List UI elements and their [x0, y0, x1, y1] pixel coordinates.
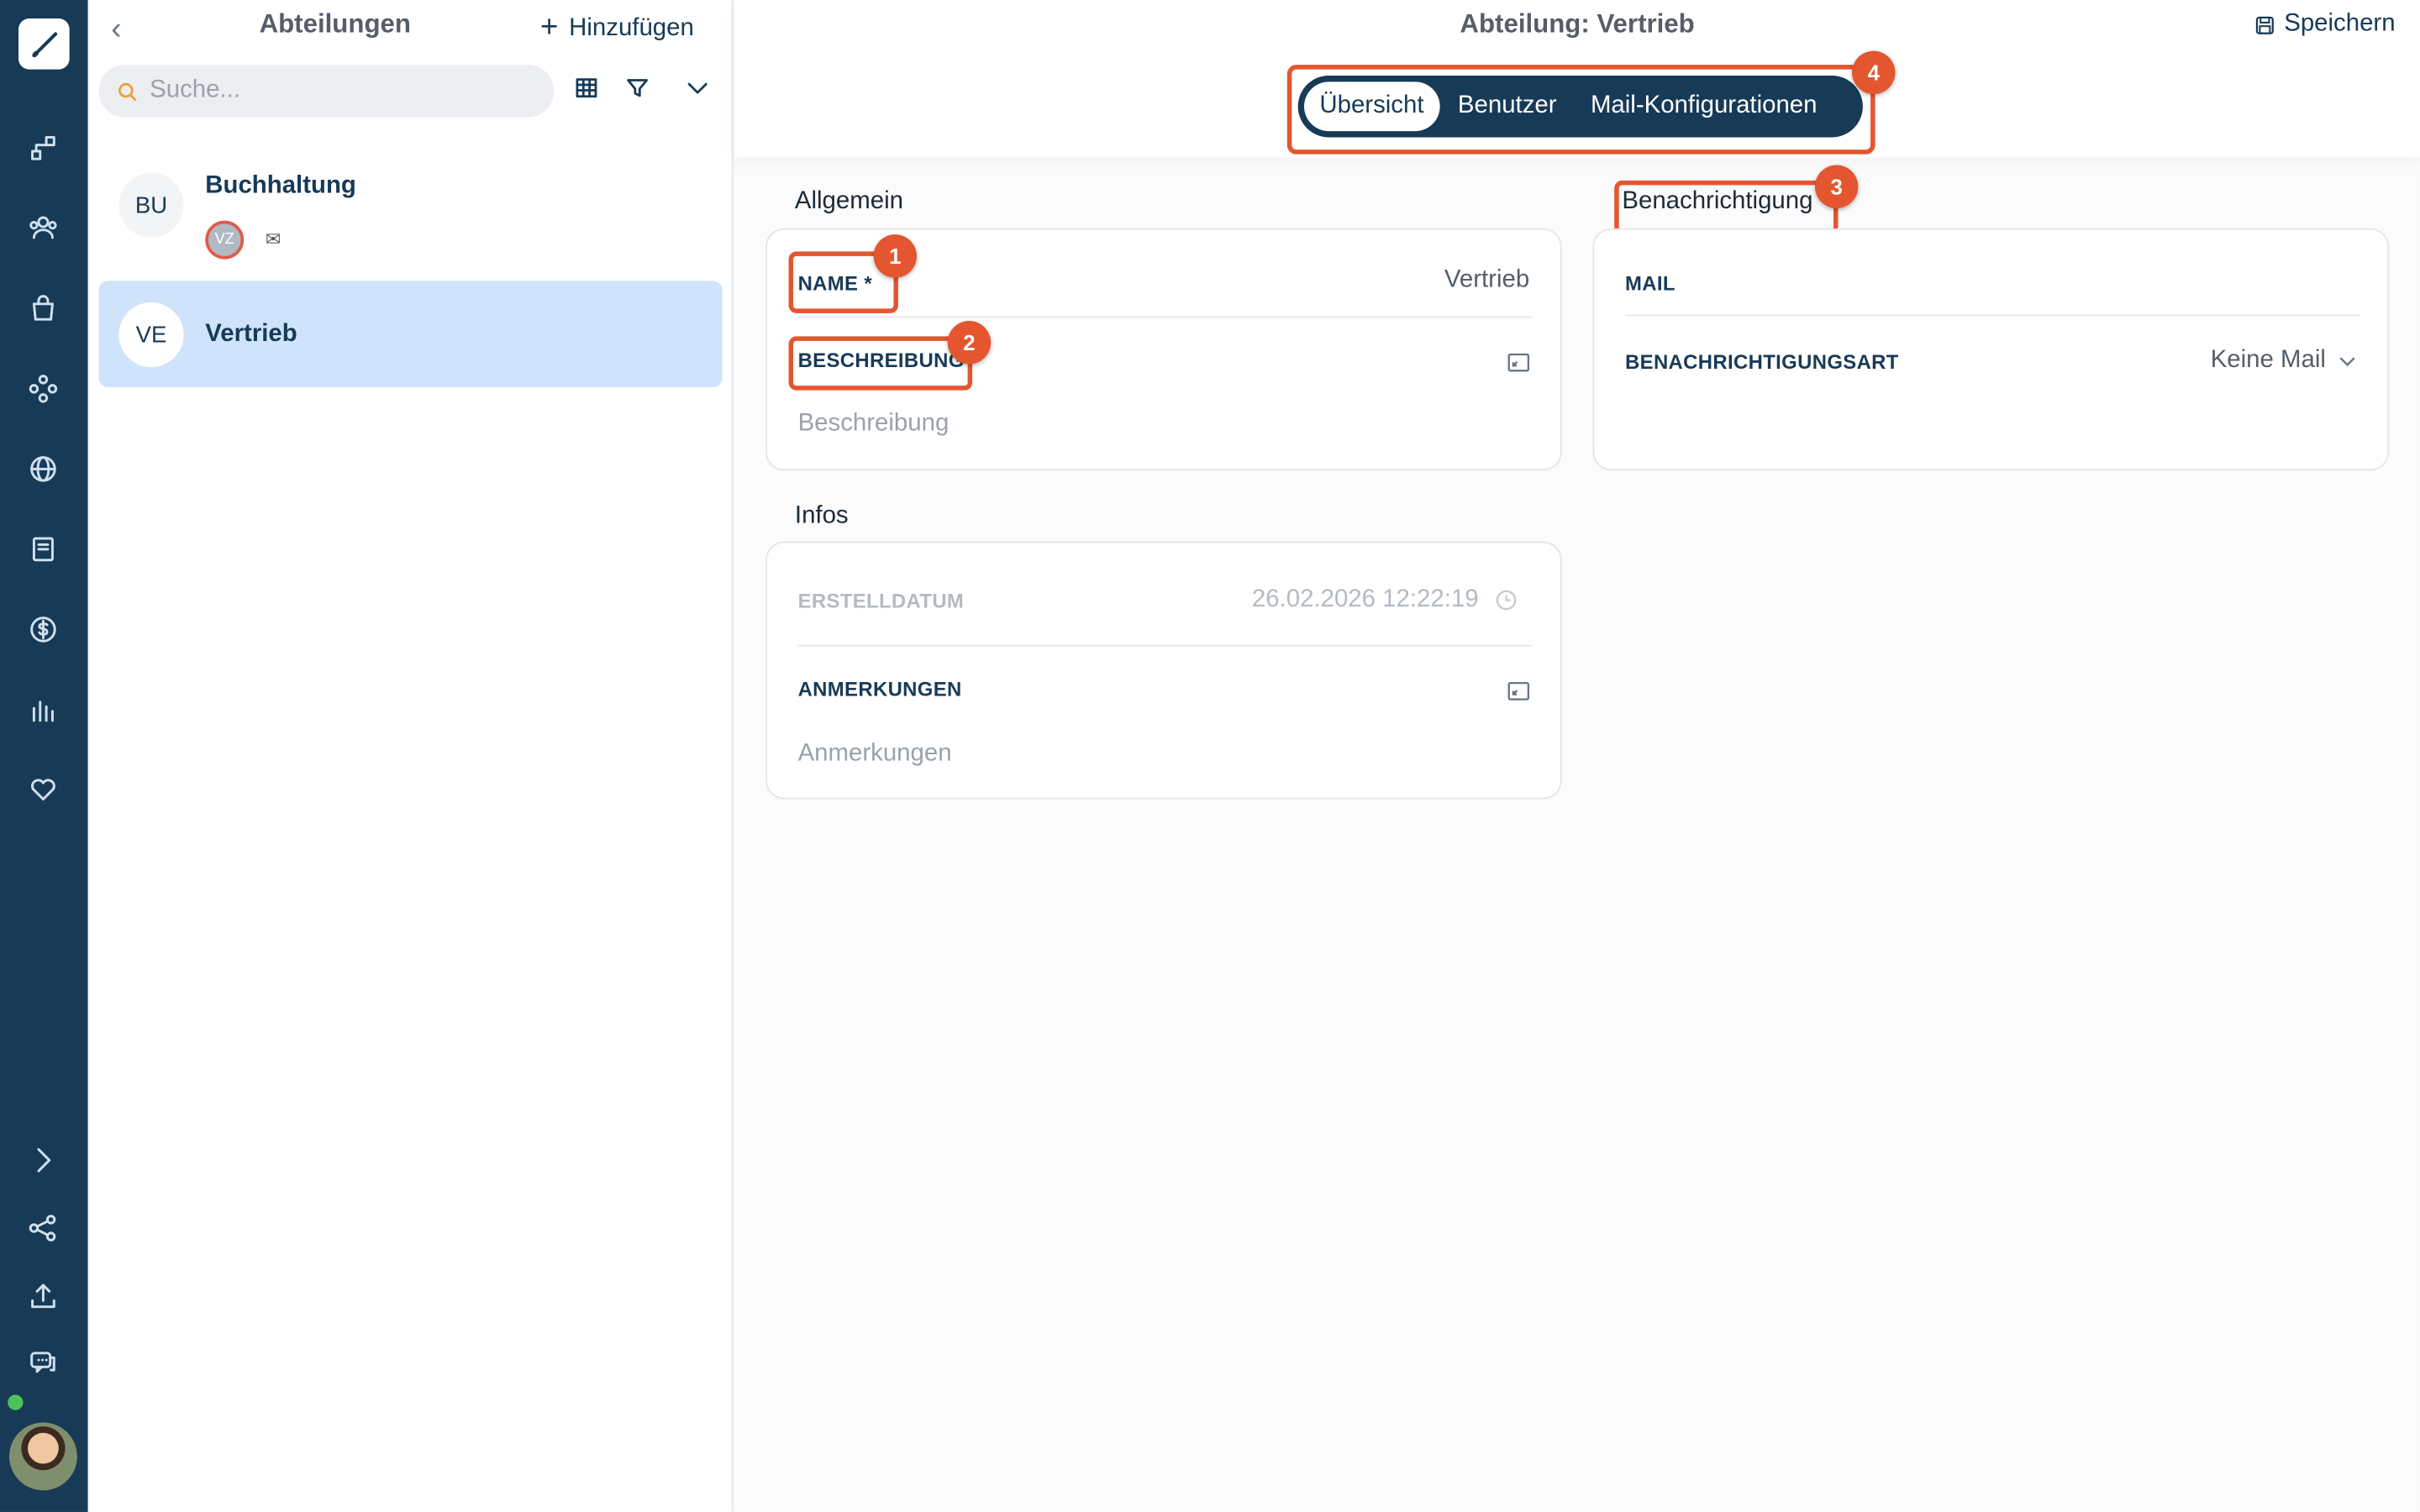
mail-icon: ✉	[265, 228, 281, 250]
modules-icon[interactable]	[24, 370, 61, 407]
table-view-icon[interactable]	[574, 76, 605, 107]
benachrichtigungsart-label: BENACHRICHTIGUNGSART	[1625, 349, 1899, 374]
benachrichtigung-title-highlight	[1614, 180, 1839, 235]
add-button-label: Hinzufügen	[569, 14, 694, 41]
step-badge-3: 3	[1814, 165, 1859, 208]
tab-mail-konfigurationen[interactable]: Mail-Konfigurationen	[1576, 81, 1833, 131]
chevron-down-icon[interactable]	[685, 76, 716, 107]
benachrichtigungsart-select[interactable]: Keine Mail	[2211, 347, 2326, 375]
tab-bar: Übersicht Benutzer Mail-Konfigurationen	[1297, 75, 1863, 138]
add-button[interactable]: + Hinzufügen	[540, 11, 694, 46]
section-title-allgemein: Allgemein	[794, 188, 903, 215]
page-title: Abteilung: Vertrieb	[1460, 9, 1695, 39]
detail-panel: Abteilung: Vertrieb Speichern Übersicht …	[734, 0, 2420, 1512]
save-button-label: Speichern	[2284, 10, 2396, 38]
detail-header: Abteilung: Vertrieb Speichern Übersicht …	[734, 0, 2420, 158]
benachrichtigung-card: MAIL BENACHRICHTIGUNGSART Keine Mail	[1592, 228, 2390, 471]
heart-icon[interactable]	[24, 771, 61, 808]
save-button[interactable]: Speichern	[2254, 10, 2396, 39]
users-icon[interactable]	[24, 210, 61, 247]
chart-icon[interactable]	[24, 691, 61, 728]
tab-uebersicht[interactable]: Übersicht	[1304, 81, 1439, 132]
dollar-icon[interactable]	[24, 611, 61, 648]
expand-icon[interactable]	[1507, 352, 1530, 372]
book-icon[interactable]	[24, 531, 61, 568]
department-name: Vertrieb	[205, 321, 297, 348]
filter-icon[interactable]	[625, 76, 656, 107]
erstelldatum-label: ERSTELLDATUM	[797, 589, 965, 613]
beschreibung-label-highlight	[788, 336, 973, 391]
anmerkungen-input[interactable]: Anmerkungen	[798, 741, 952, 769]
tab-benutzer[interactable]: Benutzer	[1443, 81, 1572, 131]
search-input[interactable]	[150, 76, 520, 105]
online-status-dot	[8, 1394, 24, 1410]
chevron-down-icon[interactable]	[2338, 350, 2357, 378]
step-badge-4: 4	[1852, 50, 1896, 95]
erstelldatum-value: 26.02.2026 12:22:19	[1251, 585, 1479, 613]
department-initials: BU	[118, 172, 184, 238]
nav-rail	[0, 0, 88, 1512]
chat-icon[interactable]	[24, 1346, 61, 1383]
step-badge-1: 1	[873, 234, 917, 278]
list-item-buchhaltung[interactable]: BU Buchhaltung VZ ✉	[99, 155, 723, 275]
member-avatar: VZ	[205, 220, 245, 260]
infos-card: ERSTELLDATUM 26.02.2026 12:22:19 ANMERKU…	[765, 541, 1562, 800]
globe-icon[interactable]	[24, 450, 61, 487]
department-initials: VE	[118, 302, 184, 368]
save-icon	[2255, 15, 2274, 34]
search-field[interactable]	[98, 65, 555, 118]
user-avatar[interactable]	[9, 1422, 77, 1491]
divider	[1625, 314, 2360, 317]
search-icon	[118, 81, 137, 101]
divider	[797, 644, 1533, 647]
list-item-vertrieb[interactable]: VE Vertrieb	[98, 281, 723, 388]
bag-icon[interactable]	[24, 290, 61, 327]
expand-rail-icon[interactable]	[24, 1142, 61, 1179]
upload-icon[interactable]	[24, 1278, 61, 1315]
beschreibung-input[interactable]: Beschreibung	[798, 411, 950, 438]
mail-label: MAIL	[1625, 271, 1676, 295]
step-badge-2: 2	[947, 321, 992, 365]
app-logo[interactable]	[18, 18, 70, 70]
divider	[797, 316, 1533, 318]
share-icon[interactable]	[24, 1210, 61, 1247]
list-title: Abteilungen	[259, 9, 411, 39]
workflow-icon[interactable]	[24, 129, 61, 166]
clock-icon	[1496, 590, 1518, 619]
back-chevron-icon[interactable]: ‹	[111, 13, 121, 48]
department-name: Buchhaltung	[205, 172, 356, 199]
section-title-infos: Infos	[794, 502, 849, 529]
plus-icon: +	[539, 10, 559, 45]
anmerkungen-label: ANMERKUNGEN	[797, 677, 962, 701]
expand-icon[interactable]	[1507, 680, 1530, 701]
name-value[interactable]: Vertrieb	[1444, 267, 1529, 295]
